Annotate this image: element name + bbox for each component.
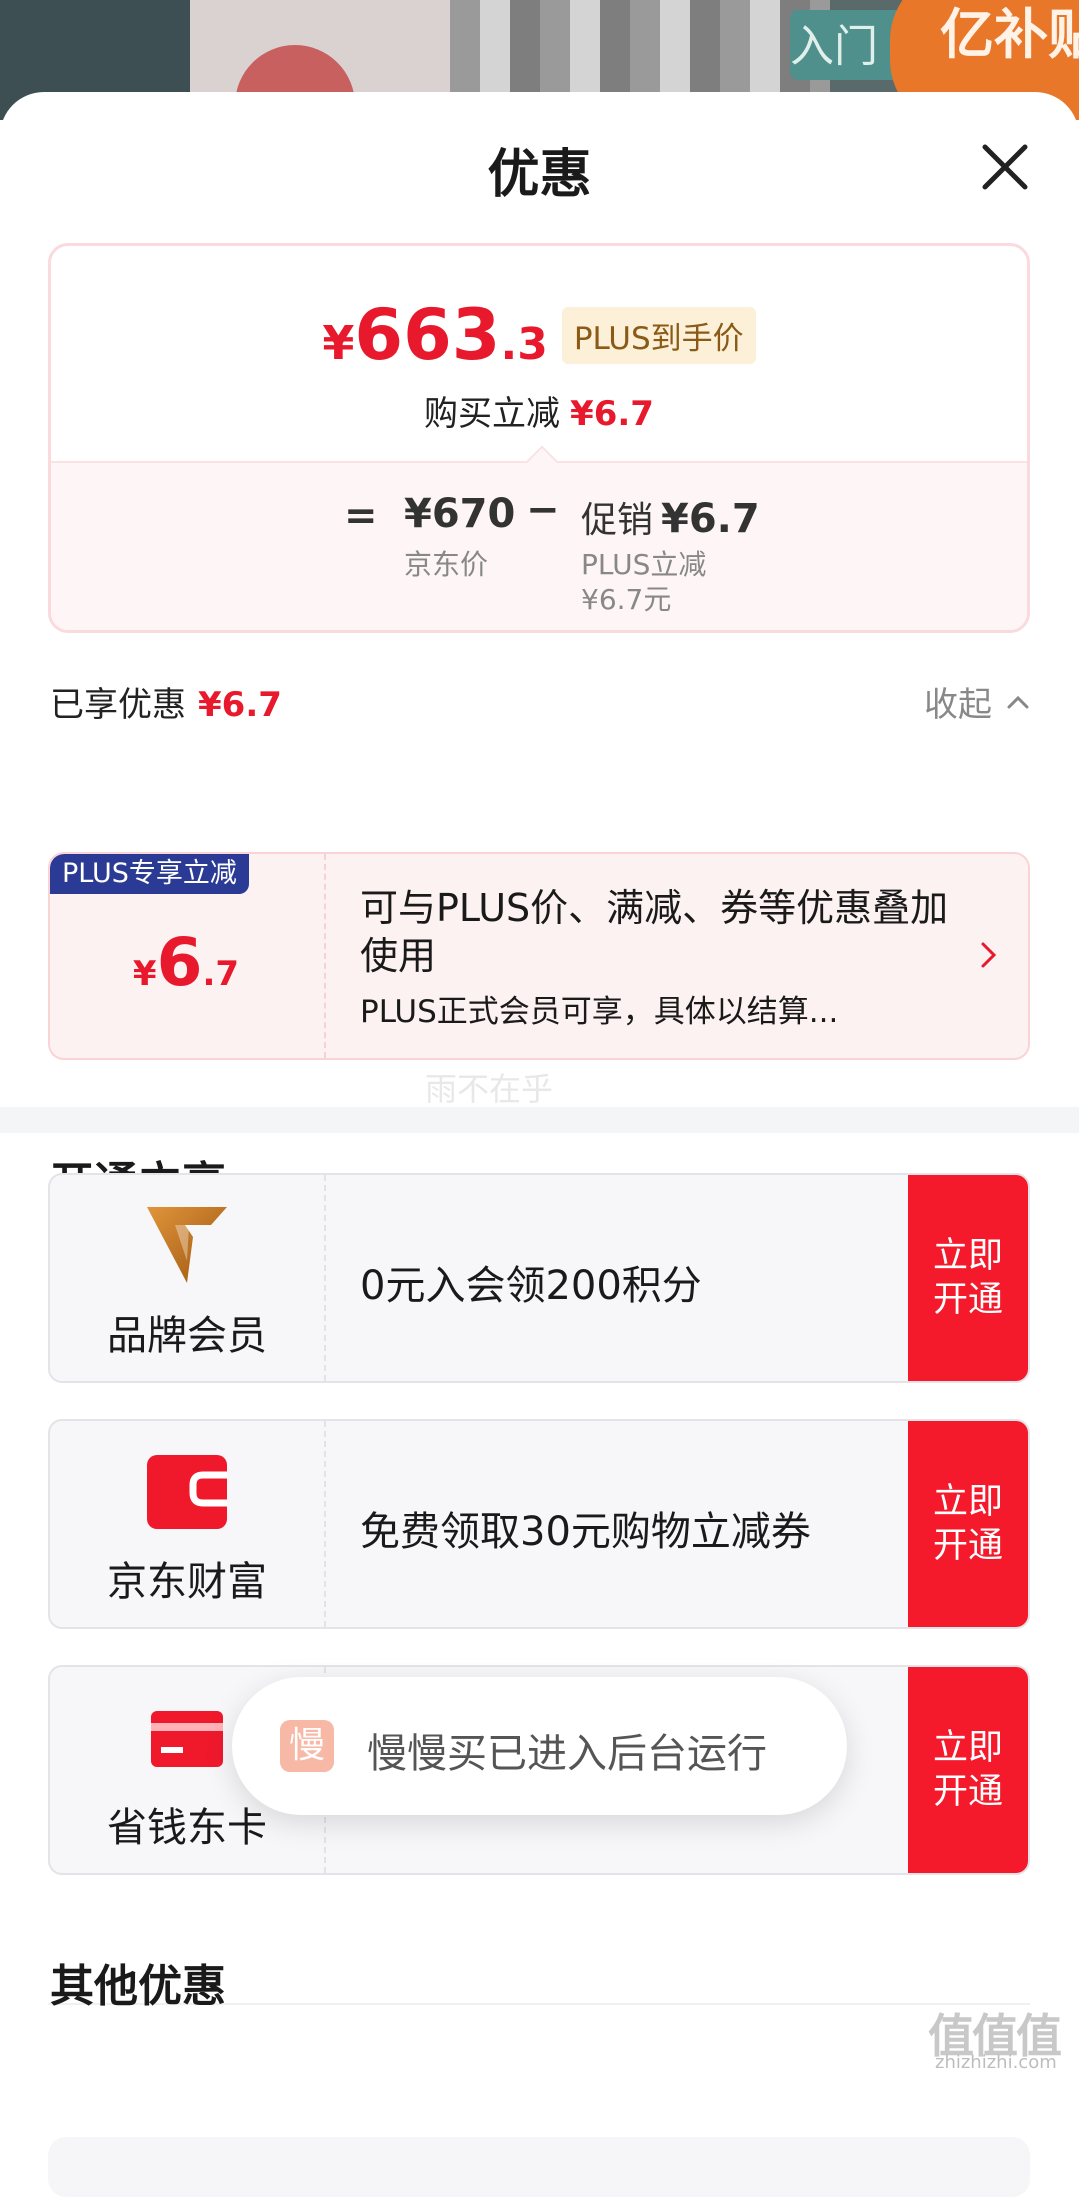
open-now-label: 立即开通 xyxy=(933,1236,1004,1320)
coupon-currency: ¥ xyxy=(132,954,157,994)
chevron-up-icon[interactable] xyxy=(1005,689,1031,715)
purchase-reduce-line: 购买立减 ¥6.7 xyxy=(51,386,1027,435)
site-watermark-url: zhizhizhi.com xyxy=(935,2052,1057,2073)
final-price-line: ¥663.3 PLUS到手价 xyxy=(51,294,1027,376)
promo-detail-amount: ¥6.7元 xyxy=(581,583,672,616)
offer-card-brand-member: 品牌会员 0元入会领200积分 立即开通 xyxy=(48,1173,1030,1383)
equals-sign: = xyxy=(344,493,378,539)
minus-sign: − xyxy=(526,487,560,533)
brand-v-icon xyxy=(147,1207,227,1283)
offer-name: 品牌会员 xyxy=(107,1313,267,1359)
enjoyed-label: 已享优惠 xyxy=(50,685,186,725)
coupon-title: 可与PLUS价、满减、券等优惠叠加使用 xyxy=(360,886,949,978)
final-price: ¥663.3 xyxy=(322,294,547,376)
chevron-right-icon[interactable] xyxy=(978,938,1000,972)
reduce-label: 购买立减 xyxy=(424,394,561,434)
background-sign-text: 入门 xyxy=(790,21,878,72)
offer-logo-area: 品牌会员 xyxy=(50,1175,324,1381)
open-now-button[interactable]: 立即开通 xyxy=(908,1175,1028,1381)
open-now-label: 立即开通 xyxy=(933,1482,1004,1566)
plus-coupon[interactable]: PLUS专享立减 ¥6.7 可与PLUS价、满减、券等优惠叠加使用 PLUS正式… xyxy=(48,852,1030,1060)
price-formula: = ¥670 京东价 − 促销 ¥6.7 PLUS立减 ¥6.7元 xyxy=(51,461,1027,630)
offer-description: 0元入会领200积分 xyxy=(360,1263,702,1309)
jd-price: ¥670 xyxy=(404,491,516,537)
offer-name: 京东财富 xyxy=(107,1559,267,1605)
promo-amount: ¥6.7 xyxy=(661,496,760,542)
coupon-amount-decimal: .7 xyxy=(202,954,240,994)
toast-message: 慢慢买已进入后台运行 xyxy=(367,1731,767,1777)
sheet-title: 优惠 xyxy=(487,145,592,205)
final-price-decimal: .3 xyxy=(500,319,548,370)
promo-line: 促销 ¥6.7 xyxy=(581,491,760,543)
offer-divider xyxy=(324,1175,326,1381)
user-watermark: 雨不在乎 xyxy=(425,1070,554,1108)
final-price-currency: ¥ xyxy=(322,316,355,370)
close-icon[interactable] xyxy=(975,137,1035,197)
enjoyed-discount: 已享优惠 ¥6.7 xyxy=(50,677,282,726)
other-offers-box xyxy=(48,2137,1030,2197)
reduce-amount: ¥6.7 xyxy=(570,394,654,434)
card-icon xyxy=(151,1711,223,1767)
price-breakdown-card: ¥663.3 PLUS到手价 购买立减 ¥6.7 = ¥670 京东价 − 促销 ¥6… xyxy=(48,243,1030,633)
section-gap xyxy=(0,1107,1079,1133)
offer-card-jd-wealth: 京东财富 免费领取30元购物立减券 立即开通 xyxy=(48,1419,1030,1629)
offer-logo-area: 京东财富 xyxy=(50,1421,324,1627)
final-price-integer: 663 xyxy=(354,294,501,376)
jd-price-label: 京东价 xyxy=(404,548,489,581)
offer-description: 免费领取30元购物立减券 xyxy=(360,1509,811,1555)
wallet-icon xyxy=(147,1455,227,1529)
enjoyed-amount: ¥6.7 xyxy=(198,685,282,725)
promo-label: 促销 xyxy=(581,500,654,541)
plus-price-tag: PLUS到手价 xyxy=(561,306,756,364)
coupon-divider xyxy=(324,854,326,1058)
background-run-toast: 慢 慢慢买已进入后台运行 xyxy=(232,1677,847,1815)
coupon-amount: ¥6.7 xyxy=(50,924,322,1001)
collapse-toggle[interactable]: 收起 xyxy=(924,677,992,726)
offer-divider xyxy=(324,1421,326,1627)
promo-detail-label: PLUS立减 xyxy=(581,548,707,581)
app-icon: 慢 xyxy=(280,1720,334,1772)
other-section-title: 其他优惠 xyxy=(50,1961,226,2012)
open-now-label: 立即开通 xyxy=(933,1728,1004,1812)
coupon-note: PLUS正式会员可享，具体以结算... xyxy=(360,994,839,1030)
coupon-amount-integer: 6 xyxy=(156,924,203,1001)
plus-coupon-badge: PLUS专享立减 xyxy=(50,854,249,894)
open-now-button[interactable]: 立即开通 xyxy=(908,1667,1028,1873)
open-now-button[interactable]: 立即开通 xyxy=(908,1421,1028,1627)
price-summary: ¥663.3 PLUS到手价 购买立减 ¥6.7 xyxy=(51,246,1027,461)
subsidy-badge-text: 亿补贴 xyxy=(940,3,1079,66)
